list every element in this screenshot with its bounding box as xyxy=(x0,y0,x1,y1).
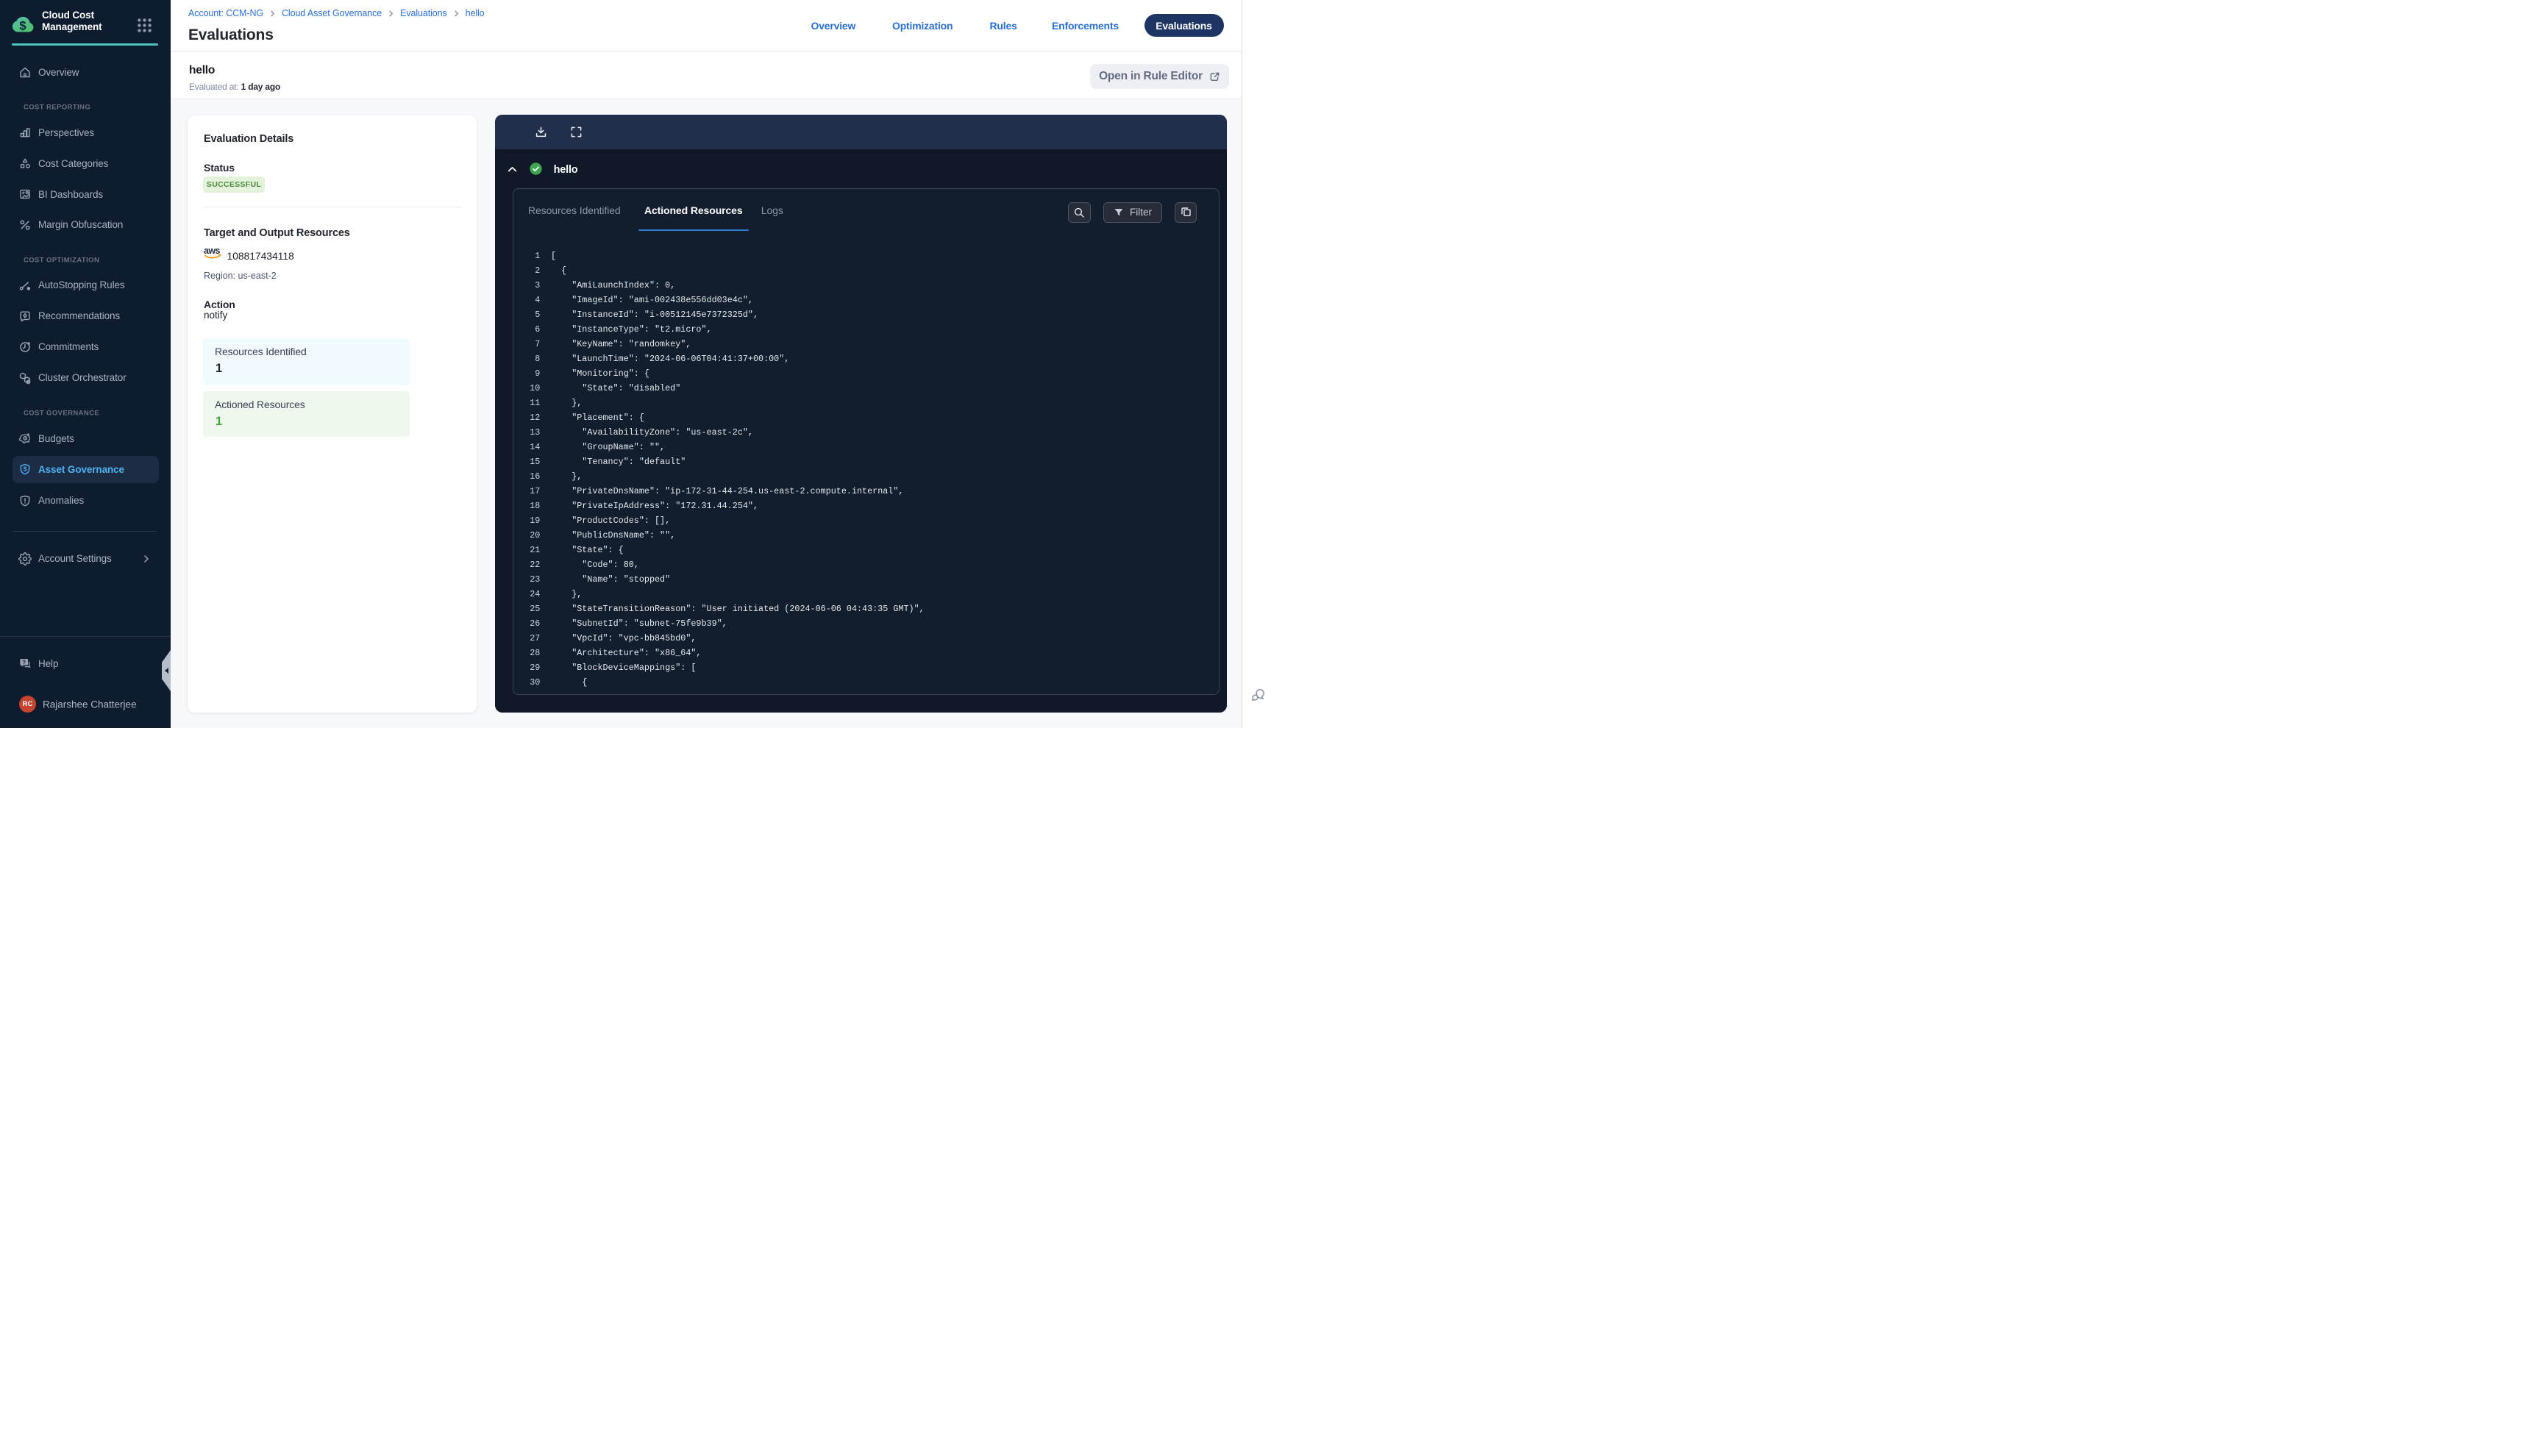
svg-text:$: $ xyxy=(24,437,26,441)
svg-text:$: $ xyxy=(19,19,26,33)
svg-text:$: $ xyxy=(24,466,27,473)
svg-text:?: ? xyxy=(22,660,26,666)
svg-text:aws: aws xyxy=(204,246,220,256)
